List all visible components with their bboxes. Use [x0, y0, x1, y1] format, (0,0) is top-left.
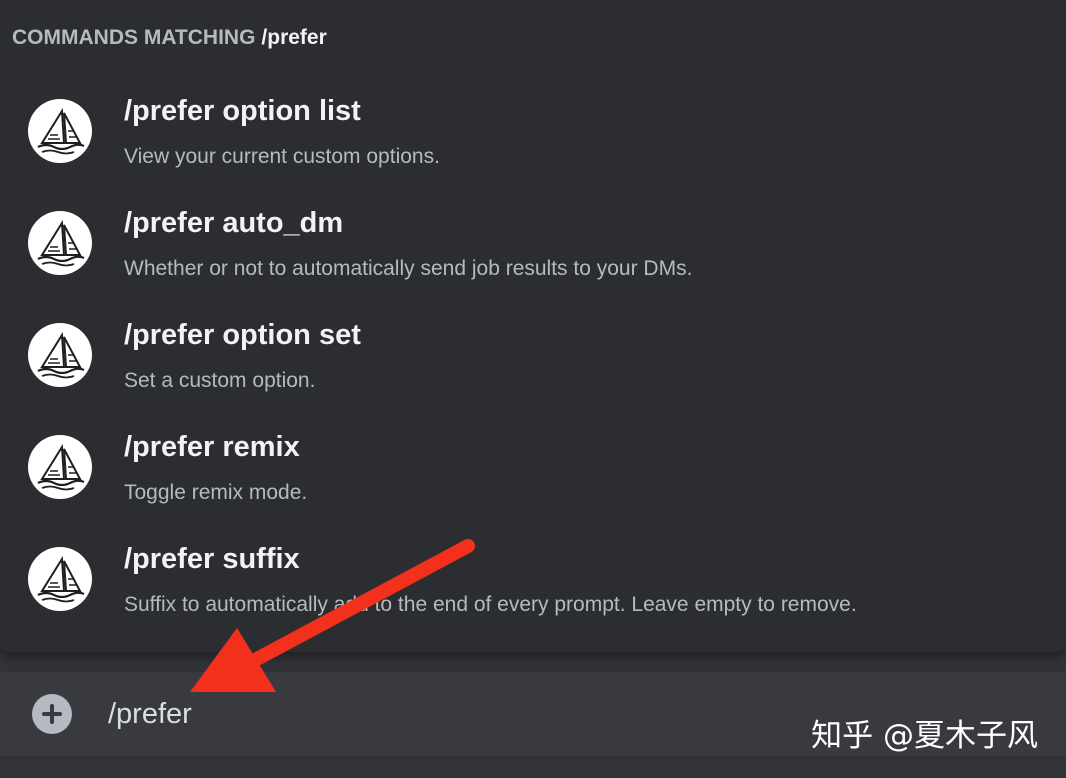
- command-list: /prefer option list View your current cu…: [0, 75, 1066, 635]
- midjourney-sailboat-icon: [28, 323, 92, 387]
- midjourney-sailboat-icon: [28, 547, 92, 611]
- command-name: /prefer remix: [124, 431, 300, 463]
- command-item-suffix[interactable]: /prefer suffix Suffix to automatically a…: [0, 523, 1066, 635]
- command-name: /prefer suffix: [124, 543, 300, 575]
- message-input[interactable]: [108, 690, 748, 738]
- popup-header-query: /prefer: [261, 26, 327, 49]
- command-description: Toggle remix mode.: [124, 481, 308, 504]
- command-description: Whether or not to automatically send job…: [124, 257, 693, 280]
- midjourney-sailboat-icon: [28, 435, 92, 499]
- command-item-auto-dm[interactable]: /prefer auto_dm Whether or not to automa…: [0, 187, 1066, 299]
- command-item-option-list[interactable]: /prefer option list View your current cu…: [0, 75, 1066, 187]
- watermark-text: 知乎 @夏木子风: [811, 718, 1038, 754]
- plus-circle-icon[interactable]: [32, 694, 72, 734]
- command-description: View your current custom options.: [124, 145, 440, 168]
- command-item-option-set[interactable]: /prefer option set Set a custom option.: [0, 299, 1066, 411]
- command-name: /prefer auto_dm: [124, 207, 344, 239]
- command-name: /prefer option set: [124, 319, 361, 351]
- command-description: Suffix to automatically add to the end o…: [124, 593, 857, 616]
- command-autocomplete-popup: COMMANDS MATCHING/prefer /prefer option …: [0, 0, 1066, 652]
- popup-header-label: COMMANDS MATCHING: [12, 26, 256, 49]
- midjourney-sailboat-icon: [28, 99, 92, 163]
- command-name: /prefer option list: [124, 95, 361, 127]
- popup-header: COMMANDS MATCHING/prefer: [12, 24, 327, 52]
- midjourney-sailboat-icon: [28, 211, 92, 275]
- app-root: COMMANDS MATCHING/prefer /prefer option …: [0, 0, 1066, 778]
- command-item-remix[interactable]: /prefer remix Toggle remix mode.: [0, 411, 1066, 523]
- command-description: Set a custom option.: [124, 369, 316, 392]
